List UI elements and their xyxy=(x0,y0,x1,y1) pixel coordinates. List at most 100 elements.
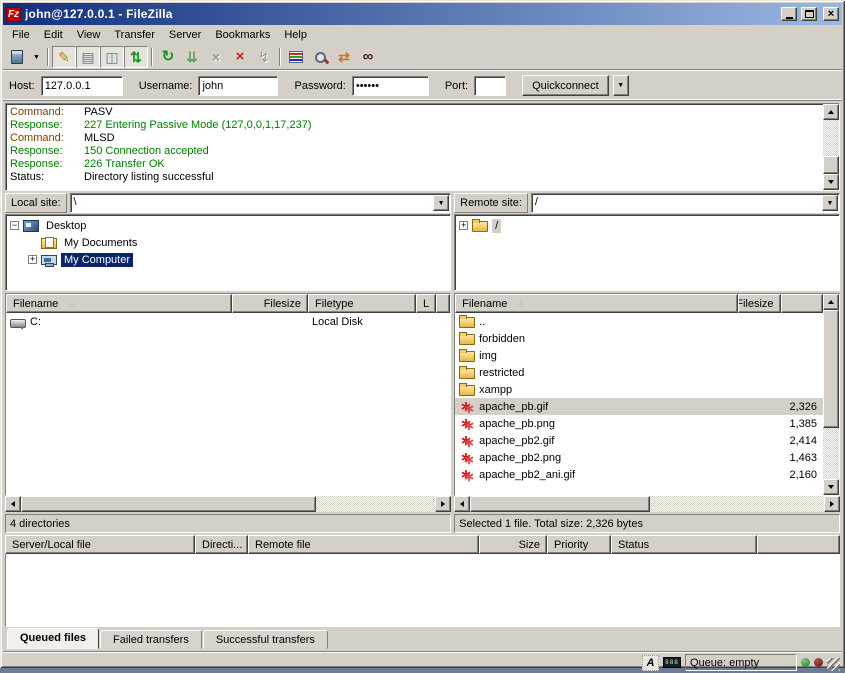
local-column-filetype[interactable]: Filetype xyxy=(308,294,416,313)
remote-file-row[interactable]: apache_pb.png1,385 xyxy=(455,415,823,432)
queue-column-priority[interactable]: Priority xyxy=(547,535,611,554)
file-name: xampp xyxy=(479,384,512,396)
local-column-l[interactable]: L xyxy=(416,294,436,313)
queue-column-server-local-file[interactable]: Server/Local file xyxy=(5,535,195,554)
scroll-up-button[interactable] xyxy=(823,294,839,310)
compare-button[interactable]: ⇄ xyxy=(332,46,356,68)
menu-view[interactable]: View xyxy=(70,27,108,43)
tree-item-my-computer[interactable]: + My Computer xyxy=(6,251,450,268)
tree-item-label: My Computer xyxy=(61,253,133,267)
quickconnect-button[interactable]: Quickconnect xyxy=(522,75,609,96)
remote-file-row[interactable]: apache_pb2.gif2,414 xyxy=(455,432,823,449)
disconnect-button[interactable]: × xyxy=(228,46,252,68)
cancel-button[interactable]: × xyxy=(204,46,228,68)
maximize-button[interactable] xyxy=(801,7,817,21)
tree-expander-plus-icon[interactable]: + xyxy=(28,255,37,264)
tab-queued-files[interactable]: Queued files xyxy=(7,628,99,649)
local-file-row[interactable]: C:Local Disk xyxy=(6,313,450,330)
scroll-thumb[interactable] xyxy=(823,156,839,174)
toggle-log-button[interactable]: ✎ xyxy=(52,46,76,68)
local-column-filesize[interactable]: Filesize xyxy=(232,294,308,313)
find-button[interactable]: ∞ xyxy=(356,46,380,68)
toolbar: ▼✎▤◫⇅↻⇊××↯⇄∞ xyxy=(3,44,842,71)
remote-column-filesize[interactable]: Filesize xyxy=(738,294,780,313)
site-manager-dropdown-button[interactable]: ▼ xyxy=(29,46,44,68)
remote-file-row[interactable]: apache_pb2.png1,463 xyxy=(455,449,823,466)
host-input[interactable] xyxy=(41,76,123,96)
site-manager-icon xyxy=(11,50,23,64)
close-button[interactable]: × xyxy=(823,7,839,21)
menu-transfer[interactable]: Transfer xyxy=(107,27,162,43)
log-line-text: MLSD xyxy=(84,132,115,145)
local-column-filename[interactable]: Filename xyxy=(6,294,232,313)
scroll-left-button[interactable] xyxy=(5,496,21,512)
transfer-type-icon[interactable]: A xyxy=(642,655,659,671)
scroll-thumb[interactable] xyxy=(470,496,650,512)
image-file-icon xyxy=(459,434,475,447)
scroll-right-button[interactable] xyxy=(824,496,840,512)
process-queue-button[interactable]: ⇊ xyxy=(180,46,204,68)
tree-item-root[interactable]: +/ xyxy=(455,217,839,234)
file-size: 2,326 xyxy=(738,398,823,415)
tree-expander-plus-icon[interactable]: + xyxy=(459,221,468,230)
remote-file-row[interactable]: apache_pb2_ani.gif2,160 xyxy=(455,466,823,483)
toggle-remote-tree-button[interactable]: ◫ xyxy=(100,46,124,68)
local-directory-tree: −DesktopMy Documents + My Computer xyxy=(5,214,451,291)
username-input[interactable] xyxy=(198,76,278,96)
remote-file-row[interactable]: .. xyxy=(455,313,823,330)
tree-item-my-documents[interactable]: My Documents xyxy=(6,234,450,251)
resize-grip[interactable] xyxy=(827,658,840,671)
menu-server[interactable]: Server xyxy=(162,27,208,43)
remote-file-row[interactable]: img xyxy=(455,347,823,364)
site-manager-button[interactable] xyxy=(5,46,29,68)
remote-file-row[interactable]: xampp xyxy=(455,381,823,398)
minimize-button[interactable] xyxy=(781,7,797,21)
local-site-dropdown-button[interactable]: ▼ xyxy=(433,195,449,211)
toggle-local-tree-button[interactable]: ▤ xyxy=(76,46,100,68)
password-input[interactable] xyxy=(352,76,429,96)
remote-column-filename[interactable]: Filename xyxy=(455,294,738,313)
tree-expander-minus-icon[interactable]: − xyxy=(10,221,19,230)
scroll-track xyxy=(650,496,824,512)
queue-column-size[interactable]: Size xyxy=(479,535,547,554)
queue-column-status[interactable]: Status xyxy=(611,535,757,554)
local-site-combobox[interactable]: \ ▼ xyxy=(70,193,452,213)
quickconnect-dropdown-button[interactable]: ▼ xyxy=(613,75,629,96)
speed-limit-icon[interactable]: 888 xyxy=(663,657,681,668)
remote-file-row[interactable]: restricted xyxy=(455,364,823,381)
queue-body[interactable] xyxy=(5,554,840,627)
remote-site-dropdown-button[interactable]: ▼ xyxy=(822,195,838,211)
menu-edit[interactable]: Edit xyxy=(37,27,70,43)
tree-item-desktop[interactable]: −Desktop xyxy=(6,217,450,234)
queue-column-directi[interactable]: Directi... xyxy=(195,535,248,554)
reconnect-button[interactable]: ↯ xyxy=(252,46,276,68)
tab-failed-transfers[interactable]: Failed transfers xyxy=(100,630,202,649)
scroll-right-button[interactable] xyxy=(435,496,451,512)
scroll-up-button[interactable] xyxy=(823,104,839,120)
local-column-filler xyxy=(436,294,450,313)
queue-column-remote-file[interactable]: Remote file xyxy=(248,535,479,554)
toggle-queue-button[interactable]: ⇅ xyxy=(124,46,148,68)
message-log-content[interactable]: Command:PASVResponse:227 Entering Passiv… xyxy=(6,104,823,190)
port-input[interactable] xyxy=(474,76,506,96)
scroll-down-button[interactable] xyxy=(823,174,839,190)
arrow-down-icon xyxy=(828,485,834,492)
scroll-thumb[interactable] xyxy=(21,496,316,512)
scroll-thumb[interactable] xyxy=(823,310,839,428)
title-bar[interactable]: Fz john@127.0.0.1 - FileZilla × xyxy=(3,3,842,25)
remote-file-row[interactable]: apache_pb.gif2,326 xyxy=(455,398,823,415)
menu-bookmarks[interactable]: Bookmarks xyxy=(208,27,277,43)
refresh-button[interactable]: ↻ xyxy=(156,46,180,68)
scroll-down-button[interactable] xyxy=(823,479,839,495)
file-search-button[interactable] xyxy=(308,46,332,68)
menu-file[interactable]: File xyxy=(5,27,37,43)
file-name: apache_pb2.png xyxy=(479,452,561,464)
tab-successful-transfers[interactable]: Successful transfers xyxy=(203,630,328,649)
filter-button[interactable] xyxy=(284,46,308,68)
toggle-log-icon: ✎ xyxy=(58,50,70,64)
remote-site-combobox[interactable]: / ▼ xyxy=(531,193,840,213)
log-line-text: Directory listing successful xyxy=(84,171,214,184)
menu-help[interactable]: Help xyxy=(277,27,314,43)
remote-file-row[interactable]: forbidden xyxy=(455,330,823,347)
scroll-left-button[interactable] xyxy=(454,496,470,512)
